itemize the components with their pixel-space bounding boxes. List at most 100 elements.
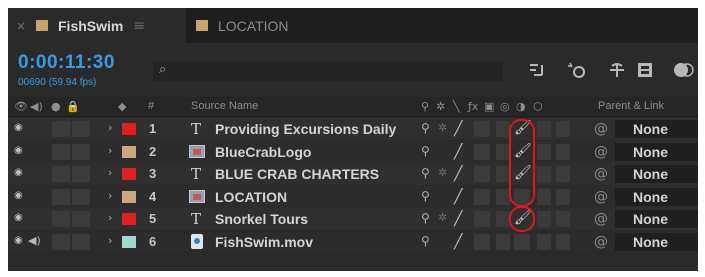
solo-toggle[interactable] — [52, 166, 70, 183]
search-input[interactable]: ⌕ — [153, 61, 503, 81]
adjustment-toggle[interactable] — [537, 121, 551, 137]
current-time-display[interactable]: 0:00:11:30 — [18, 52, 115, 74]
adjustment-toggle[interactable] — [537, 188, 551, 205]
eye-icon[interactable]: ◉ — [14, 145, 27, 159]
shy-icon[interactable]: ⚲ — [421, 144, 430, 158]
effects-toggle[interactable] — [474, 166, 490, 183]
effects-toggle[interactable] — [474, 211, 490, 228]
parent-dropdown[interactable]: None — [615, 142, 698, 161]
shy-icon[interactable]: ⚲ — [421, 234, 430, 248]
close-icon[interactable]: × — [16, 19, 28, 33]
layer-name[interactable]: BLUE CRAB CHARTERS — [215, 166, 379, 182]
lock-toggle[interactable] — [72, 166, 90, 183]
pick-whip-icon[interactable]: @ — [594, 144, 608, 160]
motion-blur-toggle[interactable] — [514, 188, 530, 205]
chevron-right-icon[interactable]: › — [108, 121, 112, 134]
3d-toggle[interactable] — [556, 234, 570, 250]
label-color-swatch[interactable] — [122, 123, 136, 135]
source-name-header[interactable]: Source Name — [191, 100, 258, 112]
lock-toggle[interactable] — [72, 143, 90, 160]
draft-3d-icon[interactable] — [566, 59, 588, 81]
shy-layers-icon[interactable] — [606, 59, 628, 81]
label-color-swatch[interactable] — [122, 236, 136, 248]
motion-blur-toggle[interactable] — [514, 234, 530, 250]
collapse-icon[interactable]: ✲ — [438, 166, 447, 179]
effects-toggle[interactable] — [474, 234, 490, 250]
solo-toggle[interactable] — [52, 188, 70, 205]
adjustment-toggle[interactable] — [537, 143, 551, 160]
shy-icon[interactable]: ⚲ — [421, 166, 430, 180]
collapse-icon[interactable]: ✲ — [438, 211, 447, 224]
solo-toggle[interactable] — [52, 121, 70, 137]
quality-slash-icon[interactable]: ╱ — [454, 211, 462, 227]
pick-whip-icon[interactable]: @ — [594, 189, 608, 205]
quality-slash-icon[interactable]: ╱ — [454, 121, 462, 137]
paint-brush-icon[interactable]: 🖌 — [514, 143, 532, 159]
label-color-swatch[interactable] — [122, 145, 136, 158]
frame-blend-toggle[interactable] — [496, 188, 510, 205]
frame-blend-toggle[interactable] — [496, 234, 510, 250]
layer-row[interactable]: ◉ › 4 LOCATION ⚲ ╱ @ None — [8, 185, 698, 208]
pick-whip-icon[interactable]: @ — [594, 211, 608, 227]
quality-slash-icon[interactable]: ╱ — [454, 166, 462, 182]
layer-row[interactable]: ◉ › 2 BlueCrabLogo ⚲ ╱ 🖌 @ None — [8, 140, 698, 163]
3d-toggle[interactable] — [556, 166, 570, 183]
chevron-right-icon[interactable]: › — [108, 144, 112, 157]
layer-name[interactable]: FishSwim.mov — [215, 234, 313, 250]
parent-dropdown[interactable]: None — [615, 120, 698, 138]
solo-toggle[interactable] — [52, 234, 70, 250]
motion-blur-icon[interactable] — [672, 59, 694, 81]
eye-icon[interactable]: ◉ — [14, 167, 27, 181]
effects-toggle[interactable] — [474, 188, 490, 205]
solo-toggle[interactable] — [52, 211, 70, 228]
paint-brush-icon[interactable]: 🖌 — [514, 210, 532, 226]
quality-slash-icon[interactable]: ╱ — [454, 144, 462, 160]
panel-menu-icon[interactable]: ≡ — [133, 18, 145, 34]
eye-icon[interactable]: ◉ — [14, 122, 27, 136]
lock-toggle[interactable] — [72, 188, 90, 205]
adjustment-toggle[interactable] — [537, 234, 551, 250]
quality-slash-icon[interactable]: ╱ — [454, 189, 462, 205]
parent-dropdown[interactable]: None — [615, 165, 698, 184]
pick-whip-icon[interactable]: @ — [594, 234, 608, 250]
chevron-right-icon[interactable]: › — [108, 166, 112, 179]
chevron-right-icon[interactable]: › — [108, 189, 112, 202]
parent-dropdown[interactable]: None — [615, 210, 698, 229]
quality-slash-icon[interactable]: ╱ — [454, 234, 462, 250]
effects-toggle[interactable] — [474, 143, 490, 160]
tab-fishswim[interactable]: × FishSwim ≡ — [8, 8, 186, 43]
label-color-swatch[interactable] — [122, 168, 136, 181]
frame-blend-toggle[interactable] — [496, 211, 510, 228]
label-color-swatch[interactable] — [122, 213, 136, 226]
3d-toggle[interactable] — [556, 143, 570, 160]
frame-blend-toggle[interactable] — [496, 121, 510, 137]
frame-blending-icon[interactable] — [634, 59, 656, 81]
shy-icon[interactable]: ⚲ — [421, 189, 430, 203]
parent-dropdown[interactable]: None — [615, 233, 698, 251]
shy-icon[interactable]: ⚲ — [421, 211, 430, 225]
eye-icon[interactable]: ◉ — [14, 190, 27, 204]
layer-name[interactable]: Providing Excursions Daily — [215, 121, 396, 137]
layer-row[interactable]: ◉ › 1 T Providing Excursions Daily ⚲ ✲ ╱ 🖌 @ None — [8, 118, 698, 140]
adjustment-toggle[interactable] — [537, 211, 551, 228]
comp-flowchart-icon[interactable] — [527, 59, 549, 81]
lock-toggle[interactable] — [72, 121, 90, 137]
eye-icon[interactable]: ◉ — [14, 235, 27, 249]
tab-location[interactable]: LOCATION — [188, 8, 289, 43]
layer-name[interactable]: LOCATION — [215, 189, 287, 205]
3d-toggle[interactable] — [556, 211, 570, 228]
pick-whip-icon[interactable]: @ — [594, 121, 608, 137]
layer-name[interactable]: BlueCrabLogo — [215, 144, 311, 160]
layer-row[interactable]: ◉ ◀) › 6 FishSwim.mov ⚲ ╱ @ None — [8, 231, 698, 253]
shy-icon[interactable]: ⚲ — [421, 121, 430, 135]
paint-brush-icon[interactable]: 🖌 — [514, 120, 532, 136]
chevron-right-icon[interactable]: › — [108, 234, 112, 247]
paint-brush-icon[interactable]: 🖌 — [514, 165, 532, 181]
effects-toggle[interactable] — [474, 121, 490, 137]
adjustment-toggle[interactable] — [537, 166, 551, 183]
frame-blend-toggle[interactable] — [496, 166, 510, 183]
layer-name[interactable]: Snorkel Tours — [215, 211, 308, 227]
speaker-icon[interactable]: ◀) — [28, 234, 41, 247]
label-color-swatch[interactable] — [122, 190, 136, 203]
layer-row[interactable]: ◉ › 5 T Snorkel Tours ⚲ ✲ ╱ 🖌 @ None — [8, 208, 698, 231]
